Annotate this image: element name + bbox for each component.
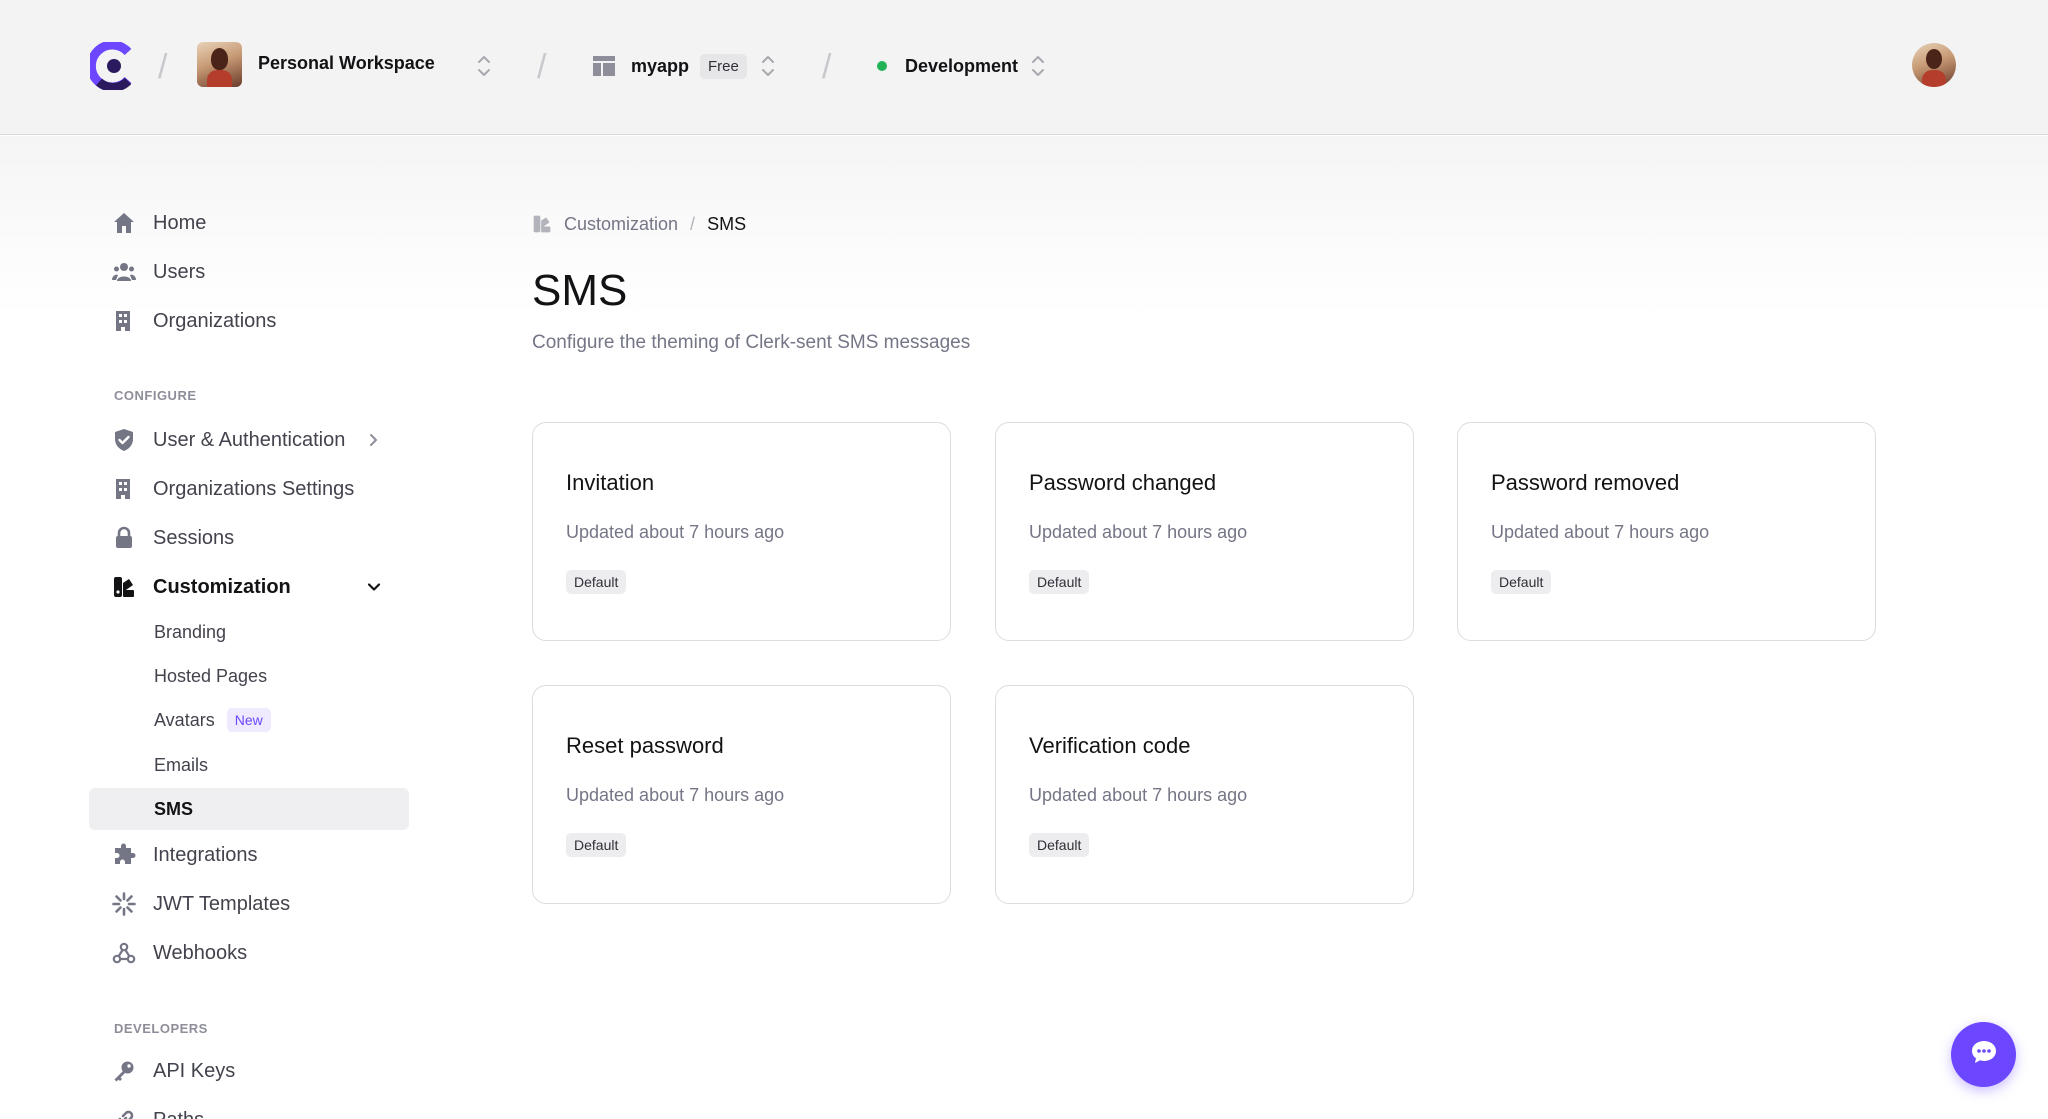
default-badge: Default: [566, 570, 627, 594]
top-bar: / Personal Workspace / myapp Free / Deve…: [0, 0, 2048, 135]
application-name[interactable]: myapp: [631, 56, 689, 77]
template-card-reset-password[interactable]: Reset password Updated about 7 hours ago…: [532, 685, 951, 904]
sidebar-item-jwt-templates[interactable]: JWT Templates: [112, 884, 290, 924]
plan-badge: Free: [700, 54, 747, 79]
environment-switcher-icon[interactable]: [1031, 53, 1045, 79]
sidebar-subitem-branding[interactable]: Branding: [154, 612, 226, 652]
chevron-right-icon[interactable]: [367, 433, 381, 447]
sidebar-item-label: Integrations: [153, 843, 258, 866]
sidebar-item-home[interactable]: Home: [112, 203, 206, 243]
template-card-invitation[interactable]: Invitation Updated about 7 hours ago Def…: [532, 422, 951, 641]
sidebar-item-label: Home: [153, 211, 207, 234]
sidebar-item-label: Webhooks: [153, 941, 248, 964]
app-layout-icon: [592, 54, 616, 78]
sidebar-item-label: API Keys: [153, 1059, 236, 1082]
workspace-switcher-icon[interactable]: [477, 53, 491, 79]
sidebar-item-label: Organizations: [153, 309, 277, 332]
sidebar-item-label: Organizations Settings: [153, 477, 355, 500]
sidebar-item-label: Sessions: [153, 526, 235, 549]
sidebar-item-users[interactable]: Users: [112, 252, 205, 292]
sidebar-item-label: JWT Templates: [153, 892, 291, 915]
palette-icon: [112, 575, 136, 599]
sidebar-item-label: User & Authentication: [153, 428, 346, 451]
users-icon: [112, 260, 136, 284]
template-card-verification-code[interactable]: Verification code Updated about 7 hours …: [995, 685, 1414, 904]
card-title: Reset password: [566, 733, 724, 758]
card-title: Password changed: [1029, 470, 1217, 495]
template-card-password-changed[interactable]: Password changed Updated about 7 hours a…: [995, 422, 1414, 641]
sidebar-item-customization[interactable]: Customization: [112, 567, 291, 607]
environment-name[interactable]: Development: [905, 56, 1018, 77]
sidebar-subitem-emails[interactable]: Emails: [154, 745, 208, 785]
card-updated-text: Updated about 7 hours ago: [566, 522, 785, 542]
building-icon: [112, 477, 136, 501]
sidebar-item-label: Paths: [153, 1109, 204, 1119]
user-avatar[interactable]: [1912, 43, 1956, 87]
sidebar-item-webhooks[interactable]: Webhooks: [112, 933, 247, 973]
home-icon: [112, 211, 136, 235]
card-updated-text: Updated about 7 hours ago: [1491, 522, 1710, 542]
page-title: SMS: [532, 266, 628, 315]
sidebar-item-organizations[interactable]: Organizations: [112, 301, 276, 341]
sidebar-item-sessions[interactable]: Sessions: [112, 518, 234, 558]
link-icon: [112, 1108, 136, 1119]
breadcrumb-separator: /: [158, 48, 168, 86]
environment-status-dot: [877, 61, 887, 71]
sidebar-item-paths[interactable]: Paths: [112, 1100, 204, 1119]
workspace-name[interactable]: Personal Workspace: [258, 53, 435, 74]
clerk-logo-icon[interactable]: [86, 40, 136, 92]
sidebar-subitem-avatars[interactable]: Avatars New: [154, 700, 271, 740]
workspace-avatar[interactable]: [197, 42, 242, 87]
app-switcher-icon[interactable]: [761, 53, 775, 79]
sidebar-subitem-sms[interactable]: SMS: [89, 788, 409, 830]
sidebar-item-label: Users: [153, 260, 206, 283]
card-updated-text: Updated about 7 hours ago: [1029, 785, 1248, 805]
default-badge: Default: [566, 833, 627, 857]
sidebar-item-api-keys[interactable]: API Keys: [112, 1051, 235, 1091]
chevron-down-icon[interactable]: [367, 580, 381, 594]
jwt-icon: [112, 892, 136, 916]
breadcrumb-parent-link[interactable]: Customization: [564, 214, 678, 235]
sidebar-item-label: Customization: [153, 575, 291, 598]
sidebar-subitem-hosted-pages[interactable]: Hosted Pages: [154, 656, 267, 696]
shield-check-icon: [112, 428, 136, 452]
template-card-password-removed[interactable]: Password removed Updated about 7 hours a…: [1457, 422, 1876, 641]
new-badge: New: [226, 708, 271, 732]
key-icon: [112, 1059, 136, 1083]
default-badge: Default: [1491, 570, 1552, 594]
sidebar-subitem-label: Avatars: [154, 709, 215, 730]
section-title-developers: DEVELOPERS: [114, 1021, 208, 1036]
page-subtitle: Configure the theming of Clerk-sent SMS …: [532, 332, 971, 353]
palette-icon: [532, 214, 552, 234]
breadcrumb-current: SMS: [707, 213, 747, 234]
card-title: Password removed: [1491, 470, 1680, 495]
card-updated-text: Updated about 7 hours ago: [566, 785, 785, 805]
lock-icon: [112, 526, 136, 550]
sidebar-item-integrations[interactable]: Integrations: [112, 835, 258, 875]
default-badge: Default: [1029, 570, 1090, 594]
section-title-configure: CONFIGURE: [114, 388, 197, 403]
card-title: Invitation: [566, 470, 655, 495]
sidebar-item-organizations-settings[interactable]: Organizations Settings: [112, 469, 354, 509]
breadcrumb-separator: /: [537, 48, 547, 86]
breadcrumb: Customization / SMS: [532, 211, 746, 237]
chat-bubble-icon: [1970, 1038, 1998, 1071]
support-chat-button[interactable]: [1951, 1022, 2016, 1087]
breadcrumb-separator: /: [822, 48, 832, 86]
webhook-icon: [112, 941, 136, 965]
building-icon: [112, 309, 136, 333]
breadcrumb-separator: /: [690, 213, 696, 234]
puzzle-icon: [112, 843, 136, 867]
sidebar-item-user-authentication[interactable]: User & Authentication: [112, 420, 345, 460]
default-badge: Default: [1029, 833, 1090, 857]
card-title: Verification code: [1029, 733, 1191, 758]
card-updated-text: Updated about 7 hours ago: [1029, 522, 1248, 542]
